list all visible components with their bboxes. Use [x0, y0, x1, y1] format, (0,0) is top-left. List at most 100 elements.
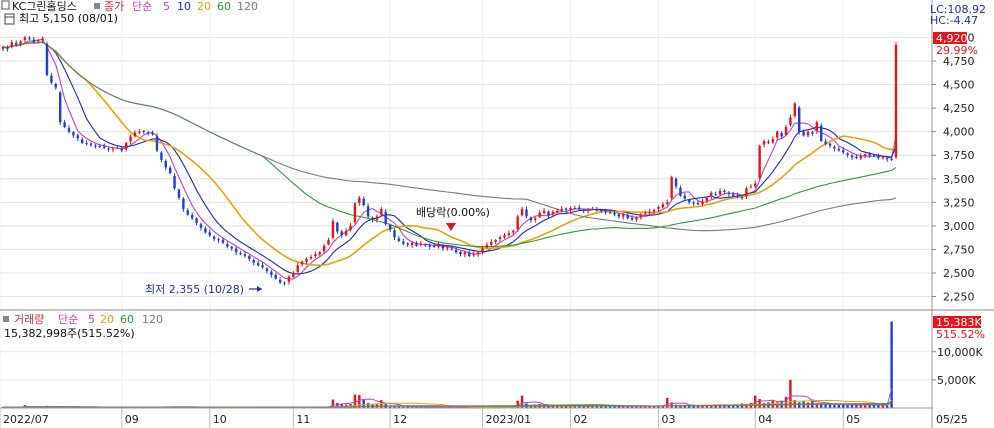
candle-body[interactable]	[490, 241, 493, 245]
candle-body[interactable]	[292, 273, 295, 277]
candle-body[interactable]	[569, 207, 572, 211]
candle-body[interactable]	[375, 216, 379, 220]
candle-body[interactable]	[327, 240, 330, 245]
candle-body[interactable]	[820, 125, 823, 142]
candle-body[interactable]	[657, 207, 660, 209]
candle-body[interactable]	[507, 233, 511, 236]
candle-body[interactable]	[362, 198, 365, 206]
candle-body[interactable]	[168, 167, 172, 174]
candle-body[interactable]	[749, 186, 753, 188]
candle-body[interactable]	[45, 43, 49, 76]
candle-body[interactable]	[622, 214, 625, 217]
candle-body[interactable]	[344, 230, 348, 236]
candle-body[interactable]	[278, 279, 282, 283]
candle-body[interactable]	[828, 143, 832, 146]
candle-body[interactable]	[384, 211, 387, 225]
candle-body[interactable]	[353, 203, 357, 222]
volume-bar[interactable]	[806, 402, 810, 408]
candle-body[interactable]	[630, 217, 634, 220]
candle-body[interactable]	[138, 131, 141, 133]
candle-body[interactable]	[428, 245, 431, 247]
candle-body[interactable]	[758, 145, 761, 178]
candle-body[interactable]	[397, 238, 401, 241]
candle-body[interactable]	[283, 282, 286, 284]
candle-body[interactable]	[1, 46, 5, 49]
candle-body[interactable]	[595, 209, 599, 211]
candle-body[interactable]	[129, 136, 132, 142]
candle-body[interactable]	[846, 153, 849, 156]
candle-body[interactable]	[855, 156, 858, 159]
candle-body[interactable]	[230, 246, 233, 249]
candle-body[interactable]	[485, 244, 489, 248]
candle-body[interactable]	[261, 265, 264, 268]
candle-body[interactable]	[718, 191, 722, 195]
candle-body[interactable]	[859, 156, 863, 159]
candle-body[interactable]	[336, 222, 339, 232]
candle-body[interactable]	[349, 225, 352, 230]
candle-body[interactable]	[142, 131, 145, 133]
candle-body[interactable]	[111, 148, 115, 150]
candle-body[interactable]	[94, 145, 97, 147]
candle-body[interactable]	[683, 195, 687, 199]
candle-body[interactable]	[19, 41, 22, 45]
candle-body[interactable]	[208, 232, 211, 236]
candle-body[interactable]	[318, 252, 321, 255]
candle-body[interactable]	[380, 208, 383, 215]
candle-body[interactable]	[28, 38, 31, 40]
candle-body[interactable]	[754, 183, 757, 187]
candle-body[interactable]	[274, 274, 277, 279]
candle-body[interactable]	[133, 132, 137, 137]
candle-body[interactable]	[833, 146, 836, 149]
candle-body[interactable]	[424, 244, 427, 246]
candle-body[interactable]	[771, 139, 775, 143]
candle-body[interactable]	[648, 211, 651, 214]
candle-body[interactable]	[815, 122, 819, 132]
candle-body[interactable]	[644, 212, 647, 214]
candle-body[interactable]	[547, 211, 550, 216]
candle-body[interactable]	[793, 103, 797, 116]
candle-body[interactable]	[54, 83, 57, 88]
candle-body[interactable]	[406, 243, 409, 245]
candle-body[interactable]	[564, 208, 568, 210]
candle-body[interactable]	[309, 256, 313, 259]
candle-body[interactable]	[516, 216, 519, 230]
candle-body[interactable]	[437, 244, 440, 247]
candle-body[interactable]	[177, 189, 181, 198]
candle-body[interactable]	[248, 255, 251, 259]
candle-body[interactable]	[494, 240, 497, 242]
candle-body[interactable]	[190, 215, 194, 219]
candle-body[interactable]	[776, 131, 779, 138]
candle-body[interactable]	[98, 145, 101, 147]
candle-body[interactable]	[872, 155, 876, 157]
candle-body[interactable]	[877, 156, 880, 159]
candle-body[interactable]	[314, 254, 317, 257]
candle-body[interactable]	[432, 246, 436, 248]
candle-body[interactable]	[366, 206, 370, 217]
volume-bar[interactable]	[758, 399, 761, 408]
candle-body[interactable]	[89, 143, 93, 145]
candle-body[interactable]	[102, 146, 106, 148]
candle-body[interactable]	[446, 247, 449, 249]
candle-body[interactable]	[80, 139, 84, 143]
candle-body[interactable]	[441, 245, 445, 249]
candle-body[interactable]	[784, 126, 788, 135]
candle-body[interactable]	[459, 252, 462, 255]
candle-body[interactable]	[666, 202, 669, 204]
candle-body[interactable]	[358, 197, 361, 203]
candle-body[interactable]	[626, 215, 629, 219]
candle-body[interactable]	[736, 195, 739, 197]
candle-body[interactable]	[296, 265, 299, 272]
candle-body[interactable]	[679, 187, 682, 196]
candle-body[interactable]	[578, 207, 581, 209]
candle-body[interactable]	[534, 218, 537, 220]
candle-body[interactable]	[199, 224, 203, 228]
candle-body[interactable]	[481, 248, 484, 252]
candle-body[interactable]	[186, 210, 189, 215]
candle-body[interactable]	[591, 208, 594, 210]
candle-body[interactable]	[14, 43, 18, 45]
candle-body[interactable]	[107, 148, 110, 150]
candle-body[interactable]	[617, 214, 621, 217]
candle-body[interactable]	[512, 230, 515, 233]
candle-body[interactable]	[894, 44, 898, 158]
volume-bar[interactable]	[828, 404, 832, 408]
